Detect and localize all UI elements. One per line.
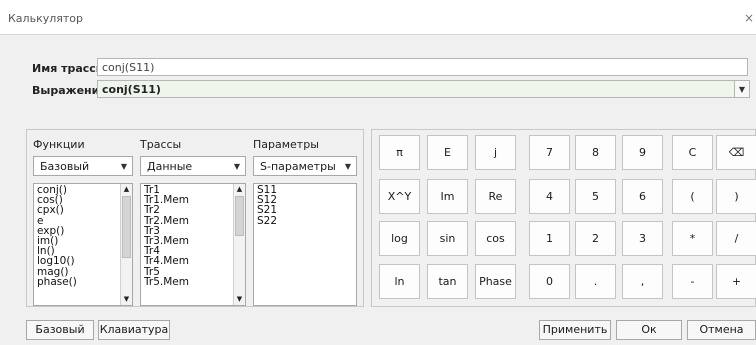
list-items: Tr1 Tr1.Mem Tr2 Tr2.Mem Tr3 Tr3.Mem Tr4 Tr4.Mem…: [141, 184, 245, 288]
list-items: S11 S12 S21 S22: [254, 184, 356, 226]
key-9[interactable]: 9: [622, 135, 663, 170]
traces-combobox[interactable]: Данные ▼: [140, 156, 246, 176]
key-plus[interactable]: +: [716, 264, 756, 299]
traces-scrollbar[interactable]: ▲ ▼: [233, 184, 245, 305]
scroll-up-icon[interactable]: ▲: [234, 184, 245, 195]
calculator-dialog: Имя трассы: conj(S11) Выражение: conj(S1…: [0, 35, 756, 345]
trace-form: Имя трассы: conj(S11) Выражение: conj(S1…: [26, 51, 756, 105]
functions-scrollbar[interactable]: ▲ ▼: [120, 184, 132, 305]
traces-combo-value: Данные: [147, 160, 193, 173]
key-7[interactable]: 7: [529, 135, 570, 170]
chevron-down-icon[interactable]: ▼: [734, 81, 749, 97]
scroll-thumb[interactable]: [122, 196, 131, 258]
params-combo-value: S-параметры: [260, 160, 336, 173]
key-backspace[interactable]: ⌫: [716, 135, 756, 170]
scroll-down-icon[interactable]: ▼: [121, 294, 132, 305]
window-title: Калькулятор: [8, 12, 83, 25]
key-close-paren[interactable]: ): [716, 179, 756, 214]
list-items: conj() cos() cpx() e exp() im() ln() log10() mag…: [34, 184, 132, 288]
expression-combobox[interactable]: conj(S11) ▼: [97, 80, 750, 98]
ok-button[interactable]: Ок: [616, 320, 682, 340]
list-item[interactable]: S22: [254, 215, 356, 226]
scroll-thumb[interactable]: [235, 196, 244, 236]
key-e[interactable]: E: [427, 135, 468, 170]
key-ln[interactable]: ln: [379, 264, 420, 299]
chevron-down-icon: ▼: [120, 162, 127, 171]
key-power[interactable]: X^Y: [379, 179, 420, 214]
key-tan[interactable]: tan: [427, 264, 468, 299]
functions-combo-value: Базовый: [40, 160, 90, 173]
key-2[interactable]: 2: [575, 221, 616, 256]
params-combobox[interactable]: S-параметры ▼: [253, 156, 357, 176]
key-3[interactable]: 3: [622, 221, 663, 256]
scroll-up-icon[interactable]: ▲: [121, 184, 132, 195]
trace-name-row: Имя трассы: conj(S11): [26, 58, 756, 78]
key-j[interactable]: j: [475, 135, 516, 170]
list-item[interactable]: cpx(): [34, 205, 132, 216]
scroll-down-icon[interactable]: ▼: [234, 294, 245, 305]
key-6[interactable]: 6: [622, 179, 663, 214]
key-8[interactable]: 8: [575, 135, 616, 170]
key-comma[interactable]: ,: [622, 264, 663, 299]
key-5[interactable]: 5: [575, 179, 616, 214]
keyboard-mode-button[interactable]: Клавиатура: [98, 320, 170, 340]
title-bar: Калькулятор ×: [0, 0, 756, 34]
traces-list[interactable]: Tr1 Tr1.Mem Tr2 Tr2.Mem Tr3 Tr3.Mem Tr4 Tr4.Mem…: [140, 183, 246, 306]
trace-name-input[interactable]: conj(S11): [97, 58, 748, 76]
key-log[interactable]: log: [379, 221, 420, 256]
key-cos[interactable]: cos: [475, 221, 516, 256]
apply-button[interactable]: Применить: [539, 320, 611, 340]
functions-combobox[interactable]: Базовый ▼: [33, 156, 133, 176]
key-im[interactable]: Im: [427, 179, 468, 214]
list-item[interactable]: Tr5.Mem: [141, 276, 245, 287]
key-divide[interactable]: /: [716, 221, 756, 256]
chevron-down-icon: ▼: [233, 162, 240, 171]
key-0[interactable]: 0: [529, 264, 570, 299]
key-clear[interactable]: C: [672, 135, 713, 170]
key-4[interactable]: 4: [529, 179, 570, 214]
functions-list[interactable]: conj() cos() cpx() e exp() im() ln() log10() mag…: [33, 183, 133, 306]
list-item[interactable]: phase(): [34, 276, 132, 287]
expression-row: Выражение: conj(S11) ▼: [26, 80, 756, 100]
key-minus[interactable]: -: [672, 264, 713, 299]
cancel-button[interactable]: Отмена: [687, 320, 756, 340]
lists-panel: Функции Базовый ▼ conj() cos() cpx() e exp()…: [26, 129, 364, 307]
key-sin[interactable]: sin: [427, 221, 468, 256]
traces-header: Трассы: [140, 138, 182, 151]
functions-header: Функции: [33, 138, 85, 151]
chevron-down-icon: ▼: [344, 162, 351, 171]
key-dot[interactable]: .: [575, 264, 616, 299]
key-pi[interactable]: π: [379, 135, 420, 170]
params-header: Параметры: [253, 138, 319, 151]
keypad-panel: π Ej 7 8 9 C ⌫ X^Y Im Re 4 5 6 () log sin cos 1 2 3 * / ln tan P…: [371, 129, 756, 307]
key-1[interactable]: 1: [529, 221, 570, 256]
expression-value: conj(S11): [102, 83, 161, 96]
key-open-paren[interactable]: (: [672, 179, 713, 214]
key-re[interactable]: Re: [475, 179, 516, 214]
basic-mode-button[interactable]: Базовый: [26, 320, 94, 340]
key-multiply[interactable]: *: [672, 221, 713, 256]
key-phase[interactable]: Phase: [475, 264, 516, 299]
params-list[interactable]: S11 S12 S21 S22: [253, 183, 357, 306]
close-icon[interactable]: ×: [744, 11, 754, 25]
